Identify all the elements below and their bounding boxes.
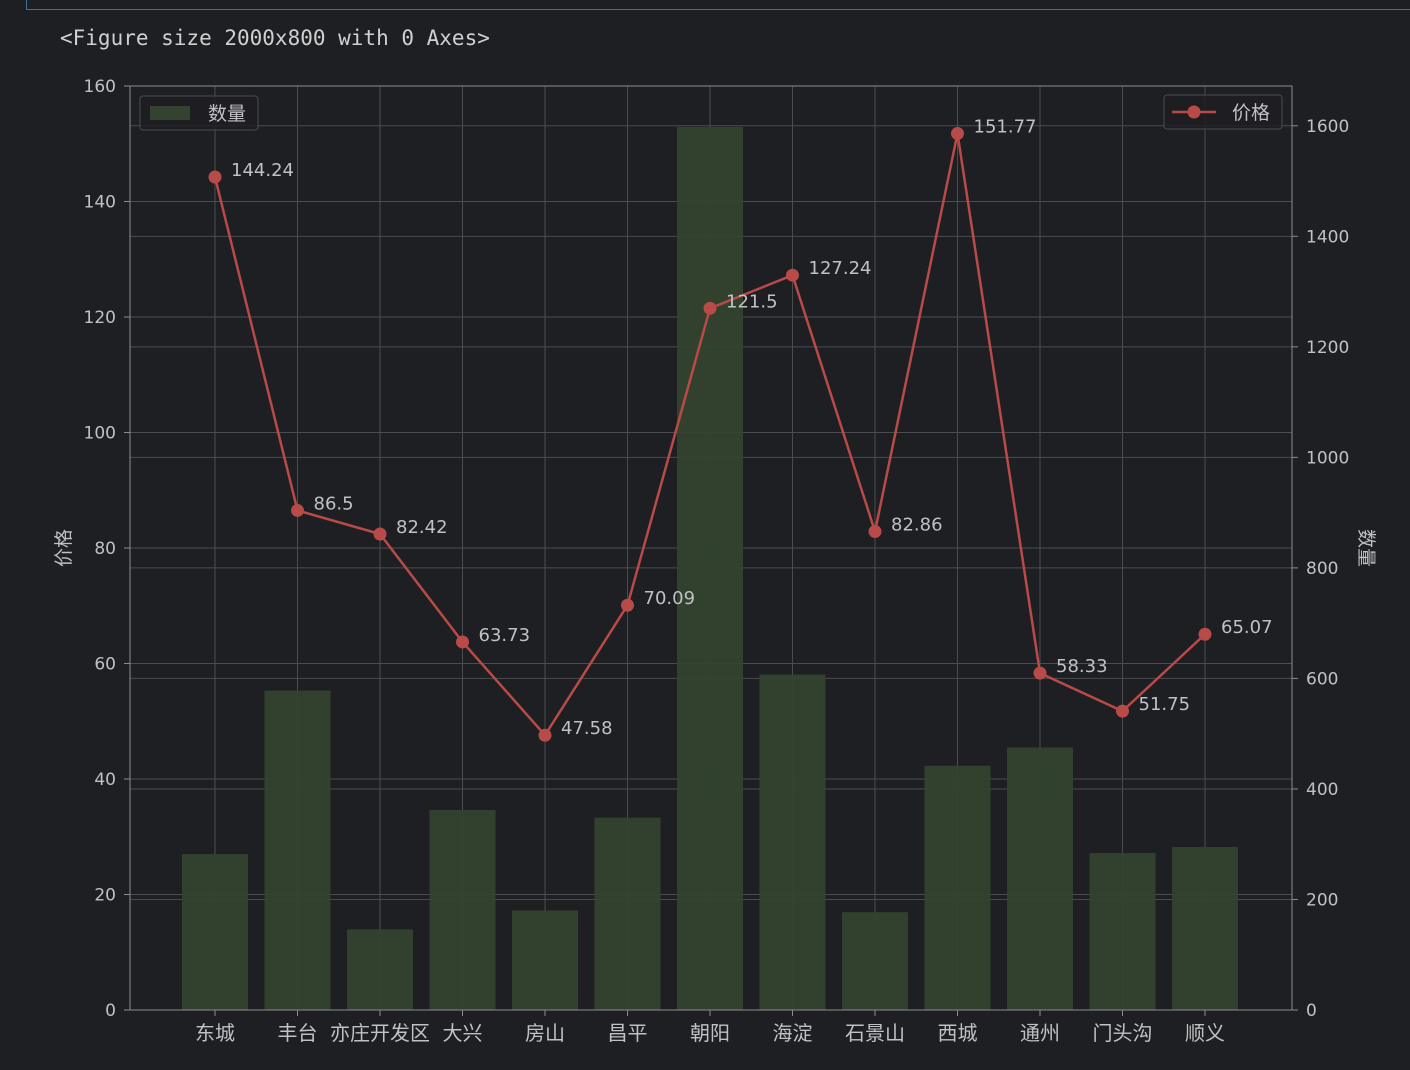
- price-point: [786, 268, 799, 282]
- price-point: [703, 301, 717, 315]
- price-label: 127.24: [809, 258, 872, 279]
- y-right-tick-label: 200: [1306, 890, 1338, 910]
- bar: [594, 817, 661, 1010]
- y-left-tick-label: 100: [84, 424, 116, 444]
- price-point: [868, 524, 882, 538]
- bar: [1089, 853, 1156, 1010]
- x-tick-label: 门头沟: [1093, 1021, 1153, 1045]
- bar: [512, 910, 578, 1010]
- bar: [264, 690, 331, 1010]
- y-left-tick-label: 20: [94, 886, 116, 906]
- combo-chart: 0204060801001201401600200400600800100012…: [53, 77, 1377, 1045]
- price-point: [621, 598, 634, 612]
- price-label: 82.42: [396, 517, 448, 538]
- price-point: [1033, 666, 1047, 680]
- price-label: 65.07: [1221, 617, 1273, 638]
- y-left-tick-label: 80: [94, 539, 116, 559]
- y-right-tick-label: 600: [1306, 669, 1338, 689]
- y-left-tick-label: 60: [94, 655, 116, 675]
- legend-bar: 数量: [139, 95, 259, 131]
- price-point: [208, 170, 222, 184]
- x-tick-label: 东城: [195, 1021, 235, 1045]
- x-tick-label: 通州: [1020, 1021, 1060, 1045]
- price-point: [373, 527, 387, 541]
- bar: [1007, 747, 1073, 1010]
- price-label: 51.75: [1139, 694, 1191, 715]
- x-tick-label: 房山: [525, 1021, 565, 1045]
- y-right-tick-label: 0: [1306, 1001, 1317, 1021]
- price-label: 144.24: [231, 160, 294, 181]
- y-left-axis-label: 价格: [53, 529, 75, 567]
- price-label: 151.77: [974, 117, 1037, 138]
- price-label: 63.73: [479, 625, 531, 646]
- price-point: [291, 503, 304, 517]
- y-right-tick-label: 800: [1306, 559, 1338, 579]
- y-left-tick-label: 0: [105, 1001, 116, 1021]
- x-tick-label: 石景山: [845, 1021, 905, 1045]
- legend-line-label: 价格: [1232, 102, 1270, 124]
- y-right-tick-label: 400: [1306, 780, 1338, 800]
- price-label: 86.5: [314, 493, 354, 514]
- price-label: 82.86: [891, 514, 943, 535]
- price-label: 121.5: [726, 291, 778, 312]
- bar: [429, 809, 496, 1010]
- x-tick-label: 亦庄开发区: [330, 1021, 430, 1045]
- x-tick-label: 西城: [938, 1021, 978, 1045]
- y-right-axis-label: 数量: [1355, 529, 1377, 567]
- y-right-tick-label: 1400: [1306, 227, 1349, 247]
- bar: [759, 674, 826, 1010]
- price-label: 47.58: [561, 718, 613, 739]
- x-tick-label: 昌平: [608, 1021, 648, 1045]
- y-left-tick-label: 120: [84, 308, 116, 328]
- legend-line: 价格: [1163, 94, 1283, 130]
- bar: [1172, 846, 1238, 1010]
- legend-bar-swatch: [150, 106, 190, 120]
- x-tick-label: 朝阳: [690, 1021, 730, 1045]
- bar: [677, 126, 743, 1011]
- x-tick-label: 丰台: [278, 1021, 318, 1045]
- bar: [924, 765, 991, 1010]
- y-left-tick-label: 160: [84, 77, 116, 97]
- x-tick-label: 海淀: [773, 1021, 813, 1045]
- y-right-tick-label: 1000: [1306, 448, 1349, 468]
- price-label: 70.09: [644, 588, 696, 609]
- price-point: [1116, 704, 1129, 718]
- legend-line-marker: [1187, 105, 1201, 119]
- price-point: [951, 127, 964, 141]
- price-point: [456, 635, 469, 649]
- price-label: 58.33: [1056, 656, 1108, 677]
- y-left-tick-label: 40: [94, 770, 116, 790]
- x-tick-label: 顺义: [1185, 1021, 1225, 1045]
- x-tick-label: 大兴: [443, 1021, 483, 1045]
- price-point: [1198, 627, 1212, 641]
- bar: [182, 854, 248, 1010]
- y-right-tick-label: 1600: [1306, 117, 1349, 137]
- bar: [842, 912, 908, 1010]
- bar: [347, 929, 413, 1010]
- y-left-tick-label: 140: [84, 193, 116, 213]
- y-right-tick-label: 1200: [1306, 338, 1349, 358]
- legend-bar-label: 数量: [208, 103, 246, 125]
- price-point: [538, 728, 552, 742]
